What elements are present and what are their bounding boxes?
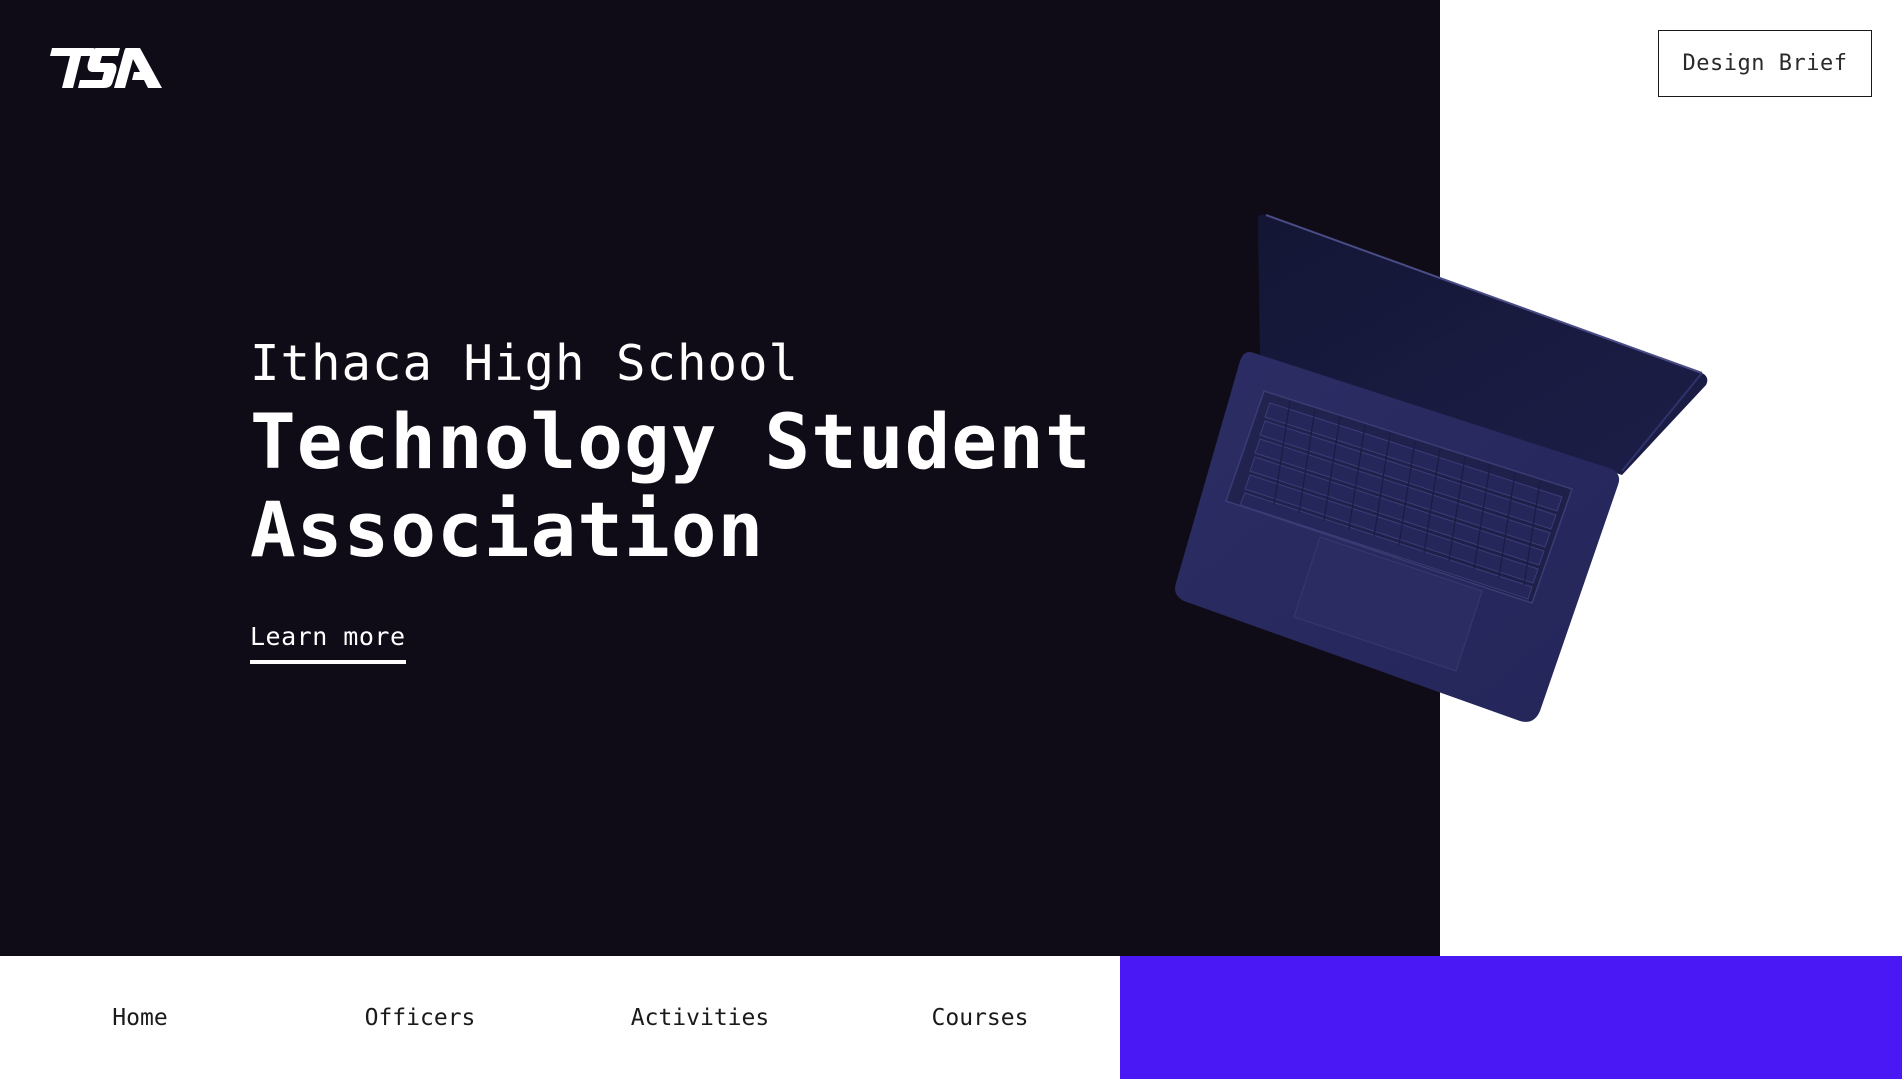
nav-item-activities[interactable]: Activities <box>560 956 840 1079</box>
hero-text: Ithaca High School Technology Student As… <box>250 332 1150 664</box>
nav-item-home[interactable]: Home <box>0 956 280 1079</box>
design-brief-button[interactable]: Design Brief <box>1658 30 1872 97</box>
page: Ithaca High School Technology Student As… <box>0 0 1902 1079</box>
learn-more-link[interactable]: Learn more <box>250 622 406 664</box>
accent-block <box>1120 956 1902 1079</box>
nav-item-officers[interactable]: Officers <box>280 956 560 1079</box>
tsa-logo-icon[interactable] <box>48 48 164 90</box>
laptop-image <box>1170 205 1710 745</box>
hero-title: Technology Student Association <box>250 397 1092 574</box>
nav-item-courses[interactable]: Courses <box>840 956 1120 1079</box>
hero-subtitle: Ithaca High School <box>250 335 800 392</box>
bottom-nav: Home Officers Activities Courses <box>0 956 1120 1079</box>
